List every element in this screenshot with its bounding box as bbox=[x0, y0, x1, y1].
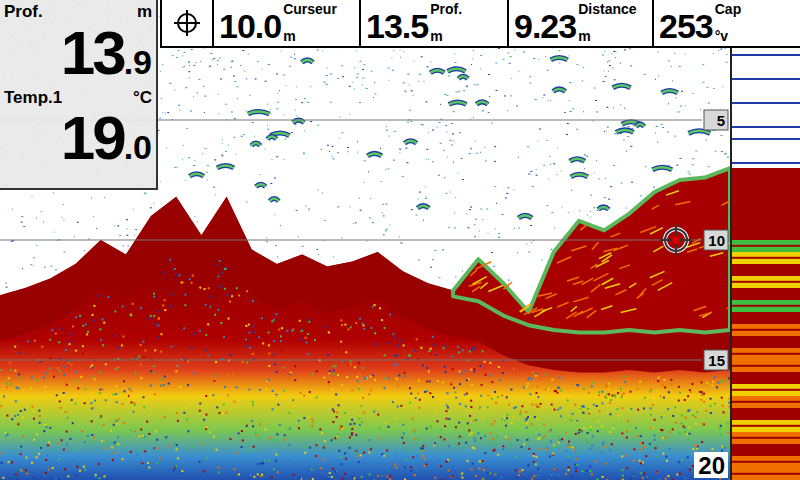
svg-text:10: 10 bbox=[708, 232, 725, 249]
flasher-bar bbox=[732, 0, 800, 480]
fishfinder-screen: 510152010.0Curseurm13.5Prof.m9.23Distanc… bbox=[0, 0, 800, 480]
svg-text:5: 5 bbox=[717, 112, 725, 129]
field-label: Distance bbox=[578, 2, 636, 17]
field-value: 253 bbox=[659, 9, 713, 43]
flasher-pane bbox=[730, 0, 800, 480]
readout-unit: °C bbox=[133, 88, 152, 108]
readout-box: Prof. m13.9 Temp.1 °C19.0 bbox=[0, 0, 158, 190]
cursor-cell[interactable] bbox=[162, 0, 212, 46]
field-unit: m bbox=[430, 29, 462, 43]
field-label: Prof. bbox=[430, 2, 462, 17]
readout: Temp.1 °C19.0 bbox=[4, 88, 152, 170]
readout-value: 19.0 bbox=[4, 107, 152, 169]
readout-unit: m bbox=[137, 2, 152, 22]
info-field: 9.23Distance m bbox=[507, 0, 652, 46]
field-label: Curseur bbox=[283, 2, 337, 17]
depth-max: 20 bbox=[698, 452, 725, 479]
readout-label: Temp.1 bbox=[4, 88, 62, 108]
field-value: 9.23 bbox=[514, 9, 576, 43]
readout-value: 13.9 bbox=[4, 22, 152, 84]
field-value: 10.0 bbox=[219, 9, 281, 43]
depth-tick: 10 bbox=[0, 230, 728, 250]
info-field: 253Cap °v bbox=[652, 0, 800, 46]
info-field: 10.0Curseur m bbox=[212, 0, 359, 46]
depth-tick: 15 bbox=[0, 350, 728, 370]
field-unit: °v bbox=[715, 29, 741, 43]
top-bar: 10.0Curseurm13.5Prof.m9.23Distancem253Ca… bbox=[160, 0, 800, 48]
field-unit: m bbox=[283, 29, 337, 43]
cursor-target-icon bbox=[173, 9, 201, 37]
readout-label: Prof. bbox=[4, 2, 43, 22]
info-field: 13.5Prof. m bbox=[359, 0, 507, 46]
field-label: Cap bbox=[715, 2, 741, 17]
readout: Prof. m13.9 bbox=[4, 2, 152, 84]
structure bbox=[453, 168, 730, 332]
svg-text:15: 15 bbox=[708, 352, 725, 369]
field-value: 13.5 bbox=[366, 9, 428, 43]
cursor-icon bbox=[660, 224, 692, 256]
field-unit: m bbox=[578, 29, 636, 43]
